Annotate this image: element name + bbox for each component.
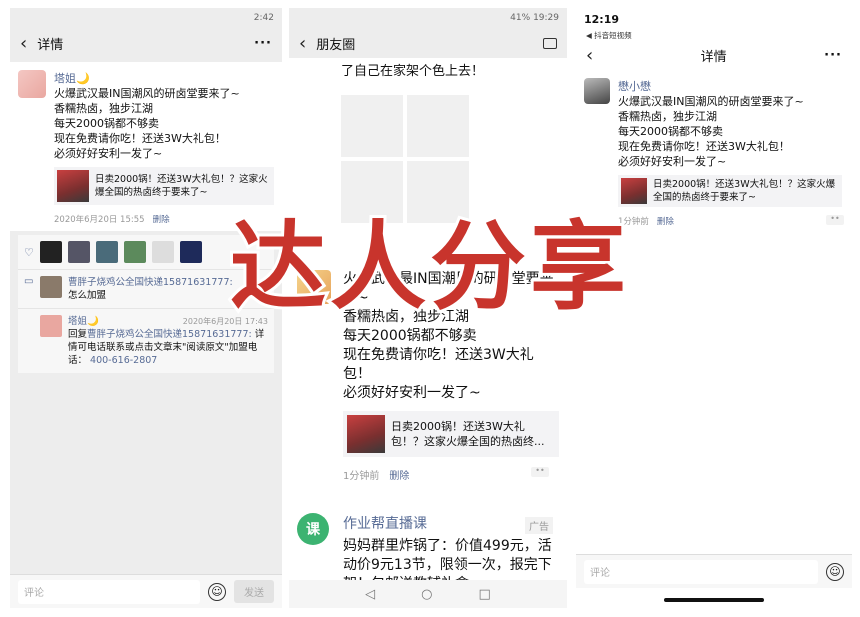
avatar[interactable] (39, 241, 62, 263)
shared-link-card[interactable]: 日卖2000锅！还送3W大礼包！？这家火爆全国的热卤终于要来了~ (54, 167, 274, 205)
camera-icon[interactable] (543, 37, 557, 49)
avatar[interactable] (95, 241, 118, 263)
nav-bar: ‹ 朋友圈 (289, 28, 567, 58)
more-button[interactable]: ··· (254, 36, 272, 51)
page-title: 详情 (37, 37, 64, 53)
comment-like-button[interactable]: •• (826, 215, 844, 225)
post-text: 火爆武汉最IN国潮风的研卤堂要来了~ 香糯热卤，独步江湖 每天2000锅都不够卖… (618, 95, 804, 168)
link-thumbnail (57, 170, 89, 202)
page-title: 朋友圈 (316, 37, 356, 53)
home-nav-icon[interactable]: ○ (421, 587, 432, 602)
more-button[interactable]: ··· (824, 48, 842, 63)
post-text: 火爆武汉最IN国潮风的研卤堂要来了~ 香糯热卤，独步江湖 每天2000锅都不够卖… (54, 87, 240, 160)
link-title: 日卖2000锅！还送3W大礼包！？这家火爆全国的热卤终... (391, 420, 545, 448)
heart-icon: ♡ (24, 245, 34, 259)
post-meta: 1分钟前 删除 •• (343, 467, 559, 482)
android-nav-bar: ◁ ○ □ (289, 580, 567, 608)
avatar[interactable] (584, 78, 610, 104)
truncated-post-text: 了自己在家架个色上去！ (341, 64, 485, 79)
reply-target[interactable]: 曹胖子烧鸡公全国快递15871631777: (87, 329, 252, 340)
status-time: 12:19 (584, 12, 620, 26)
source-app-link[interactable]: ◀ 抖音短视频 (576, 30, 852, 40)
comment-input[interactable]: 评论 (18, 579, 200, 604)
avatar[interactable] (67, 241, 90, 263)
comment-bar: 评论 ☺ 发送 (10, 574, 282, 608)
moment-post: 懋小懋 火爆武汉最IN国潮风的研卤堂要来了~ 香糯热卤，独步江湖 每天2000锅… (576, 70, 852, 227)
link-thumbnail (347, 415, 385, 453)
battery-level: 41% (510, 13, 531, 23)
status-bar: 2:42 (10, 8, 282, 28)
moment-post: 塔姐🌙 火爆武汉最IN国潮风的研卤堂要来了~ 香糯热卤，独步江湖 每天2000锅… (10, 62, 282, 231)
shared-link-card[interactable]: 日卖2000锅！还送3W大礼包！？这家火爆全国的热卤终于要来了~ (618, 175, 842, 207)
link-title: 日卖2000锅！还送3W大礼包！？这家火爆全国的热卤终于要来了~ (653, 179, 836, 203)
avatar[interactable] (151, 241, 174, 263)
emoji-icon[interactable]: ☺ (826, 562, 844, 581)
nav-bar: ‹ 详情 ··· (576, 40, 852, 70)
recents-nav-icon[interactable]: □ (479, 587, 491, 602)
comment-like-button[interactable]: •• (531, 467, 549, 477)
post-time: 1分钟前 (343, 471, 380, 482)
author-name[interactable]: 懋小懋 (618, 78, 842, 94)
author-name[interactable]: 塔姐🌙 (54, 70, 274, 86)
back-icon[interactable]: ‹ (299, 33, 306, 54)
comment-input[interactable]: 评论 (584, 559, 818, 584)
status-time: 19:29 (533, 13, 559, 23)
back-icon[interactable]: ‹ (20, 33, 27, 54)
comment-icon: ▭ (24, 276, 34, 287)
photo-thumbnail[interactable] (407, 95, 469, 157)
phone-link[interactable]: 400-616-2807 (90, 355, 157, 366)
status-bar: 12:19 (576, 8, 852, 30)
send-button[interactable]: 发送 (234, 580, 274, 603)
comment-text: 回复曹胖子烧鸡公全国快递15871631777: 详情可电话联系或点击文章末"阅… (68, 329, 265, 366)
delete-link[interactable]: 删除 (389, 467, 409, 482)
comment-bar: 评论 ☺ (576, 554, 852, 588)
post-time: 2020年6月20日 15:55 (54, 215, 145, 225)
avatar[interactable] (123, 241, 146, 263)
photo-thumbnail[interactable] (341, 95, 403, 157)
emoji-icon[interactable]: ☺ (208, 582, 226, 601)
status-time: 2:42 (253, 13, 274, 23)
delete-link[interactable]: 删除 (153, 213, 170, 225)
photo-grid (341, 95, 567, 223)
link-thumbnail (621, 178, 647, 204)
link-title: 日卖2000锅！还送3W大礼包！？这家火爆全国的热卤终于要来了~ (95, 174, 268, 198)
ad-tag[interactable]: 广告 (525, 517, 553, 534)
status-bar: 41% 19:29 (289, 8, 567, 28)
avatar[interactable] (40, 276, 62, 298)
home-indicator[interactable] (664, 598, 764, 602)
ad-logo[interactable]: 课 (297, 513, 329, 545)
avatar[interactable] (40, 315, 62, 337)
comment-author[interactable]: 塔姐🌙 (68, 315, 99, 328)
nav-bar: ‹ 详情 ··· (10, 28, 282, 58)
back-icon[interactable]: ‹ (586, 45, 593, 66)
avatar[interactable] (18, 70, 46, 98)
page-title: 详情 (700, 49, 727, 65)
overlay-title: 达人分享 (227, 209, 630, 325)
shared-link-card[interactable]: 日卖2000锅！还送3W大礼包！？这家火爆全国的热卤终... (343, 411, 559, 457)
back-nav-icon[interactable]: ◁ (365, 587, 375, 602)
